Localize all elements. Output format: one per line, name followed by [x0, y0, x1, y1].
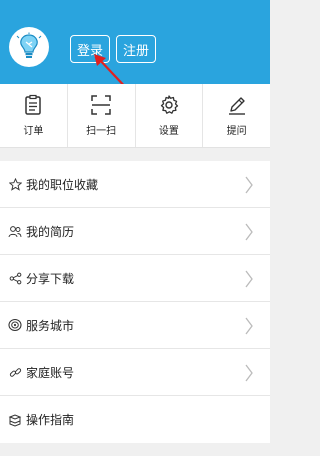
menu-item-resume[interactable]: 我的简历: [0, 208, 270, 255]
quick-item-ask[interactable]: 提问: [203, 84, 270, 147]
quick-action-bar: 订单 扫一扫 设置 提问: [0, 84, 270, 148]
quick-item-label: 设置: [158, 126, 179, 137]
guide-icon: [8, 413, 22, 427]
avatar[interactable]: [9, 27, 49, 67]
pencil-icon: [228, 97, 245, 115]
menu-item-label: 操作指南: [26, 413, 75, 427]
menu-item-label: 家庭账号: [26, 365, 75, 380]
quick-item-order[interactable]: 订单: [0, 84, 68, 147]
settings-menu: 我的职位收藏 我的简历 分享下载 服务城市 家庭账号 操作指南: [0, 161, 270, 443]
chevron-right-icon: [245, 270, 253, 288]
menu-item-label: 我的简历: [26, 224, 75, 239]
quick-item-label: 提问: [226, 126, 247, 137]
people-icon: [8, 224, 22, 238]
lightbulb-icon: [16, 32, 42, 58]
menu-item-family-account[interactable]: 家庭账号: [0, 349, 270, 396]
link-icon: [8, 365, 22, 379]
gear-icon: [160, 95, 179, 114]
city-icon: [8, 318, 22, 332]
chevron-right-icon: [245, 364, 253, 382]
login-button[interactable]: 登录: [70, 35, 110, 63]
menu-item-share[interactable]: 分享下载: [0, 255, 270, 302]
scan-icon: [91, 95, 111, 115]
register-button[interactable]: 注册: [116, 35, 156, 63]
quick-item-label: 订单: [23, 126, 44, 137]
quick-item-label: 扫一扫: [86, 126, 117, 137]
chevron-right-icon: [245, 223, 253, 241]
quick-item-settings[interactable]: 设置: [136, 84, 204, 147]
profile-header: 登录 注册: [0, 0, 270, 93]
menu-item-guide[interactable]: 操作指南: [0, 396, 270, 443]
quick-item-scan[interactable]: 扫一扫: [68, 84, 136, 147]
menu-item-label: 分享下载: [26, 271, 75, 286]
order-icon: [25, 94, 42, 115]
menu-item-favorites[interactable]: 我的职位收藏: [0, 161, 270, 208]
menu-item-label: 服务城市: [26, 318, 75, 333]
share-icon: [8, 271, 22, 285]
menu-item-service-city[interactable]: 服务城市: [0, 302, 270, 349]
chevron-right-icon: [245, 317, 253, 335]
chevron-right-icon: [245, 176, 253, 194]
star-icon: [8, 177, 22, 191]
menu-item-label: 我的职位收藏: [26, 177, 99, 192]
